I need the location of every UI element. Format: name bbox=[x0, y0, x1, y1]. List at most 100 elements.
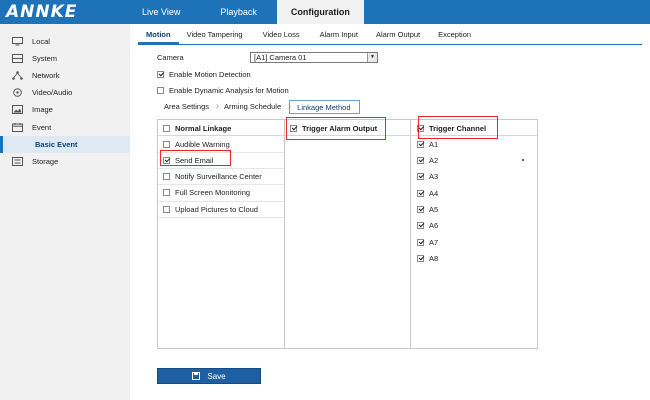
full-screen-checkbox[interactable] bbox=[163, 188, 170, 196]
enable-dynamic-label: Enable Dynamic Analysis for Motion bbox=[169, 85, 289, 95]
channel-label: A5 bbox=[429, 204, 439, 214]
notify-center-label: Notify Surveillance Center bbox=[175, 171, 262, 181]
enable-motion-checkbox[interactable] bbox=[157, 70, 164, 78]
step-area-settings[interactable]: Area Settings › bbox=[157, 100, 219, 114]
column-divider bbox=[284, 119, 285, 349]
sidebar-item-label: Video/Audio bbox=[32, 88, 73, 97]
channel-a1-checkbox[interactable] bbox=[417, 140, 424, 148]
list-item: Upload Pictures to Cloud bbox=[163, 204, 258, 214]
list-item: A8 bbox=[417, 253, 438, 263]
normal-linkage-label: Normal Linkage bbox=[175, 123, 232, 133]
row-divider bbox=[158, 201, 284, 202]
save-label: Save bbox=[207, 371, 226, 381]
event-tabs: Motion Video Tampering Video Loss Alarm … bbox=[138, 28, 479, 44]
channel-a2-checkbox[interactable] bbox=[417, 156, 424, 164]
step-label: Arming Schedule bbox=[224, 102, 282, 111]
notify-center-checkbox[interactable] bbox=[163, 172, 170, 180]
nav-live-view[interactable]: Live View bbox=[128, 0, 194, 24]
top-bar: ANNKE Live View Playback Configuration bbox=[0, 0, 650, 24]
channel-label: A6 bbox=[429, 220, 439, 230]
highlight-trigger-channel bbox=[418, 116, 498, 139]
channel-label: A2 bbox=[429, 155, 439, 165]
sidebar-item-label: Local bbox=[32, 37, 50, 46]
sidebar-item-video-audio[interactable]: Video/Audio bbox=[0, 84, 130, 101]
save-button[interactable]: Save bbox=[157, 368, 261, 384]
sidebar-item-basic-event[interactable]: Basic Event bbox=[0, 136, 130, 153]
column-divider bbox=[410, 119, 411, 349]
sidebar: Local System Network Video/Audio Image E… bbox=[0, 24, 130, 400]
channel-a3-checkbox[interactable] bbox=[417, 172, 424, 180]
channel-a8-checkbox[interactable] bbox=[417, 254, 424, 262]
stray-dot bbox=[522, 159, 524, 161]
camera-label: Camera bbox=[157, 53, 184, 62]
nav-playback[interactable]: Playback bbox=[206, 0, 271, 24]
highlight-trigger-alarm bbox=[286, 117, 386, 140]
enable-motion-row: Enable Motion Detection bbox=[157, 69, 251, 79]
storage-icon bbox=[12, 157, 23, 166]
channel-a5-checkbox[interactable] bbox=[417, 205, 424, 213]
monitor-icon bbox=[12, 37, 23, 46]
tab-video-tampering[interactable]: Video Tampering bbox=[179, 28, 251, 44]
step-linkage-method[interactable]: Linkage Method bbox=[289, 100, 360, 114]
step-label: Area Settings bbox=[164, 102, 210, 111]
row-divider bbox=[158, 217, 284, 218]
sidebar-item-label: Storage bbox=[32, 157, 59, 166]
list-item: A3 bbox=[417, 171, 438, 181]
sidebar-item-network[interactable]: Network bbox=[0, 67, 130, 84]
tab-alarm-output[interactable]: Alarm Output bbox=[366, 28, 428, 44]
tab-exception[interactable]: Exception bbox=[428, 28, 479, 44]
list-item: A6 bbox=[417, 220, 438, 230]
channel-label: A8 bbox=[429, 253, 439, 263]
audible-warning-checkbox[interactable] bbox=[163, 140, 170, 148]
save-icon bbox=[192, 372, 201, 380]
config-steps: Area Settings › Arming Schedule › Linkag… bbox=[157, 100, 360, 114]
step-arming-schedule[interactable]: Arming Schedule › bbox=[217, 100, 291, 114]
upload-cloud-label: Upload Pictures to Cloud bbox=[175, 204, 258, 214]
sidebar-item-event[interactable]: Event bbox=[0, 119, 130, 136]
tab-motion[interactable]: Motion bbox=[138, 28, 179, 44]
sidebar-item-storage[interactable]: Storage bbox=[0, 153, 130, 170]
channel-label: A4 bbox=[429, 188, 439, 198]
channel-a4-checkbox[interactable] bbox=[417, 189, 424, 197]
sidebar-item-image[interactable]: Image bbox=[0, 101, 130, 118]
sidebar-item-label: Image bbox=[32, 105, 53, 114]
channel-a7-checkbox[interactable] bbox=[417, 238, 424, 246]
channel-a6-checkbox[interactable] bbox=[417, 221, 424, 229]
normal-linkage-checkbox[interactable] bbox=[163, 124, 170, 132]
list-item: Full Screen Monitoring bbox=[163, 187, 250, 197]
sidebar-item-label: Basic Event bbox=[35, 140, 78, 149]
upload-cloud-checkbox[interactable] bbox=[163, 205, 170, 213]
tab-video-loss[interactable]: Video Loss bbox=[251, 28, 308, 44]
server-icon bbox=[12, 54, 23, 63]
camera-select[interactable]: [A1] Camera 01 ▼ bbox=[250, 52, 378, 63]
enable-motion-label: Enable Motion Detection bbox=[169, 69, 251, 79]
sidebar-item-label: Network bbox=[32, 71, 60, 80]
normal-linkage-header: Normal Linkage bbox=[163, 123, 231, 133]
chevron-down-icon[interactable]: ▼ bbox=[367, 53, 377, 62]
list-item: A2 bbox=[417, 155, 438, 165]
list-item: A4 bbox=[417, 188, 438, 198]
nav-configuration[interactable]: Configuration bbox=[276, 0, 364, 24]
highlight-send-email bbox=[160, 150, 231, 166]
brand-logo: ANNKE bbox=[6, 2, 78, 22]
camera-select-value: [A1] Camera 01 bbox=[254, 53, 307, 62]
top-nav: Live View Playback Configuration bbox=[128, 0, 364, 24]
sidebar-item-local[interactable]: Local bbox=[0, 33, 130, 50]
sidebar-item-label: Event bbox=[32, 123, 52, 132]
channel-label: A3 bbox=[429, 171, 439, 181]
full-screen-label: Full Screen Monitoring bbox=[175, 187, 251, 197]
tabs-underline bbox=[138, 44, 642, 45]
calendar-icon bbox=[12, 123, 23, 132]
list-item: A1 bbox=[417, 139, 438, 149]
tab-alarm-input[interactable]: Alarm Input bbox=[308, 28, 366, 44]
enable-dynamic-row: Enable Dynamic Analysis for Motion bbox=[157, 85, 289, 95]
row-divider bbox=[158, 168, 284, 169]
network-icon bbox=[12, 71, 23, 80]
enable-dynamic-checkbox[interactable] bbox=[157, 86, 164, 94]
list-item: Notify Surveillance Center bbox=[163, 171, 262, 181]
step-label: Linkage Method bbox=[297, 103, 351, 112]
sidebar-item-system[interactable]: System bbox=[0, 50, 130, 67]
row-divider bbox=[158, 184, 284, 185]
list-item: A7 bbox=[417, 237, 438, 247]
video-audio-icon bbox=[12, 88, 23, 97]
